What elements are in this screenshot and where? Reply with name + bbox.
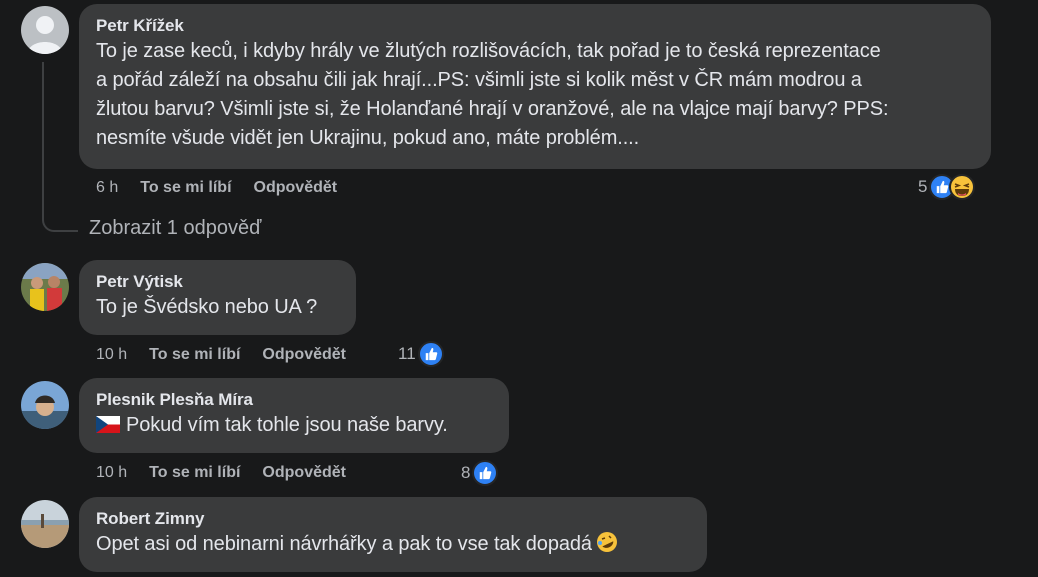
comment-actions: 10 h To se mi líbí Odpovědět xyxy=(96,461,368,485)
rolling-laughing-emoji xyxy=(596,531,618,562)
reaction-count: 8 xyxy=(461,463,471,482)
comment-bubble: Petr Výtisk To je Švédsko nebo UA ? xyxy=(79,260,356,335)
comment-author[interactable]: Robert Zimny xyxy=(96,508,691,530)
like-button[interactable]: To se mi líbí xyxy=(149,346,240,364)
reply-button[interactable]: Odpovědět xyxy=(254,179,338,197)
reply-button[interactable]: Odpovědět xyxy=(262,464,346,482)
like-icon xyxy=(472,460,499,486)
comment-timestamp[interactable]: 10 h xyxy=(96,346,127,364)
comment-bubble: Robert Zimny Opet asi od nebinarni návrh… xyxy=(79,497,707,572)
reaction-summary[interactable]: 5 xyxy=(918,173,976,201)
comment-bubble: Petr Křížek To je zase keců, i kdyby hrá… xyxy=(79,4,991,169)
reaction-count: 5 xyxy=(918,177,928,196)
thread-connector-line xyxy=(42,62,78,232)
photo-avatar[interactable] xyxy=(21,263,69,311)
comment-text-line: To je zase keců, i kdyby hrály ve žlutýc… xyxy=(96,40,881,62)
comment-text-line: To je Švédsko nebo UA ? xyxy=(96,296,318,318)
reaction-count: 11 xyxy=(398,344,416,363)
comment-author[interactable]: Petr Křížek xyxy=(96,15,975,37)
comment-text-line: žlutou barvu? Všimli jste si, že Holanďa… xyxy=(96,98,889,120)
comment-author[interactable]: Petr Výtisk xyxy=(96,271,340,293)
comment-actions: 10 h To se mi líbí Odpovědět xyxy=(96,343,368,367)
like-button[interactable]: To se mi líbí xyxy=(149,464,240,482)
comment-author[interactable]: Plesnik Plesňa Míra xyxy=(96,389,493,411)
haha-icon xyxy=(949,174,976,200)
comment-text-row: Pokud vím tak tohle jsou naše barvy. xyxy=(96,411,493,442)
comment-text-line: Opet asi od nebinarni návrhářky a pak to… xyxy=(96,533,592,555)
comment-actions: 6 h To se mi líbí Odpovědět xyxy=(96,176,359,200)
view-replies-link[interactable]: Zobrazit 1 odpověď xyxy=(89,217,261,240)
reaction-summary[interactable]: 8 xyxy=(461,459,499,487)
comment-timestamp[interactable]: 6 h xyxy=(96,179,118,197)
default-avatar[interactable] xyxy=(21,6,69,54)
comments-panel: Petr Křížek To je zase keců, i kdyby hrá… xyxy=(0,0,1038,577)
photo-avatar[interactable] xyxy=(21,500,69,548)
reaction-summary[interactable]: 11 xyxy=(398,340,444,368)
comment-text-line: a pořád záleží na obsahu čili jak hrají.… xyxy=(96,69,862,91)
comment-timestamp[interactable]: 10 h xyxy=(96,464,127,482)
comment-text-line: Pokud vím tak tohle jsou naše barvy. xyxy=(126,414,448,436)
comment-text-row: Opet asi od nebinarni návrhářky a pak to… xyxy=(96,530,691,562)
comment-bubble: Plesnik Plesňa Míra Pokud vím tak tohle … xyxy=(79,378,509,453)
comment-text-line: nesmíte všude vidět jen Ukrajinu, pokud … xyxy=(96,127,640,149)
czech-flag-icon xyxy=(96,413,120,442)
like-button[interactable]: To se mi líbí xyxy=(140,179,231,197)
like-icon xyxy=(417,341,444,367)
photo-avatar[interactable] xyxy=(21,381,69,429)
reply-button[interactable]: Odpovědět xyxy=(262,346,346,364)
